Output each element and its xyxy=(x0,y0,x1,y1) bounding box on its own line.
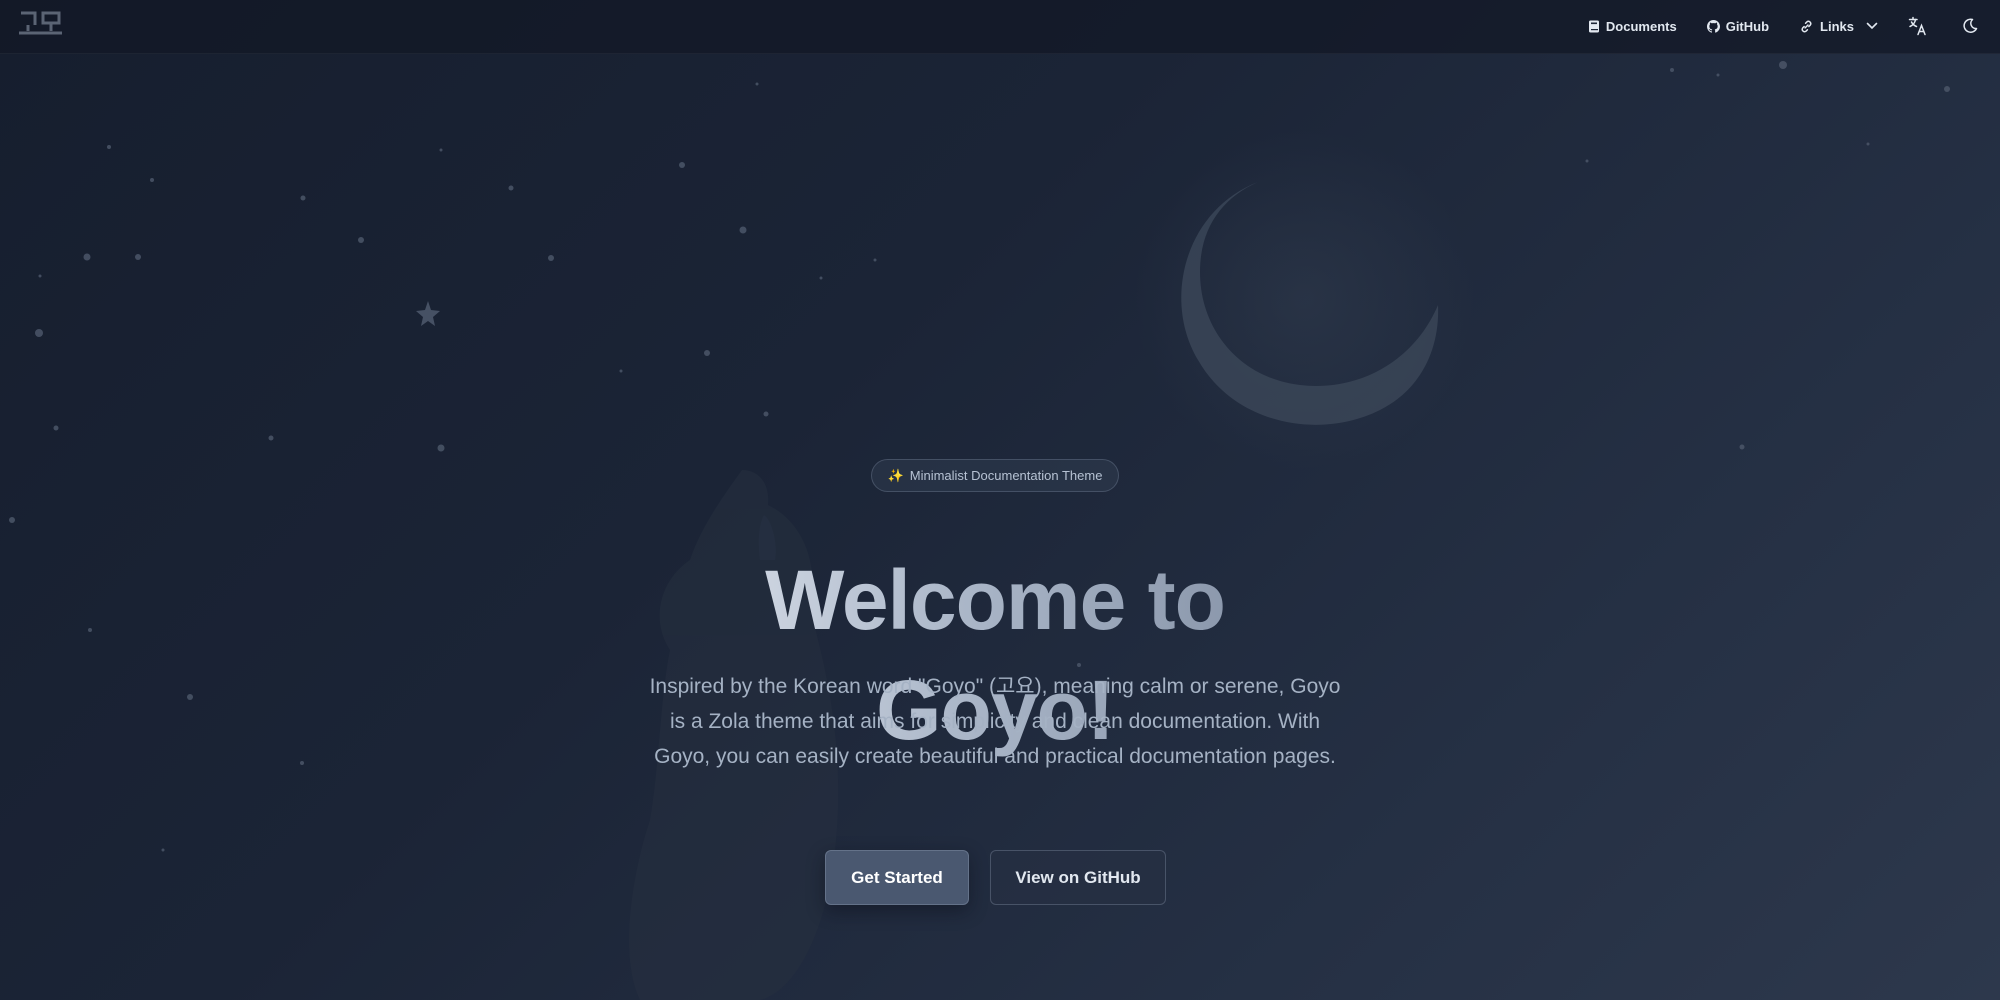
theme-badge: ✨ Minimalist Documentation Theme xyxy=(871,459,1119,492)
theme-badge-label: Minimalist Documentation Theme xyxy=(909,468,1103,483)
get-started-button[interactable]: Get Started xyxy=(825,850,969,905)
view-on-github-button[interactable]: View on GitHub xyxy=(990,850,1166,905)
hero-section: ✨ Minimalist Documentation Theme Welcome… xyxy=(0,0,2000,1000)
hero-description: Inspired by the Korean word "Goyo" (고요),… xyxy=(649,675,1341,768)
sparkles-icon: ✨ xyxy=(887,467,904,483)
hero-title-wrapper: Welcome to Goyo! xyxy=(640,545,1350,757)
